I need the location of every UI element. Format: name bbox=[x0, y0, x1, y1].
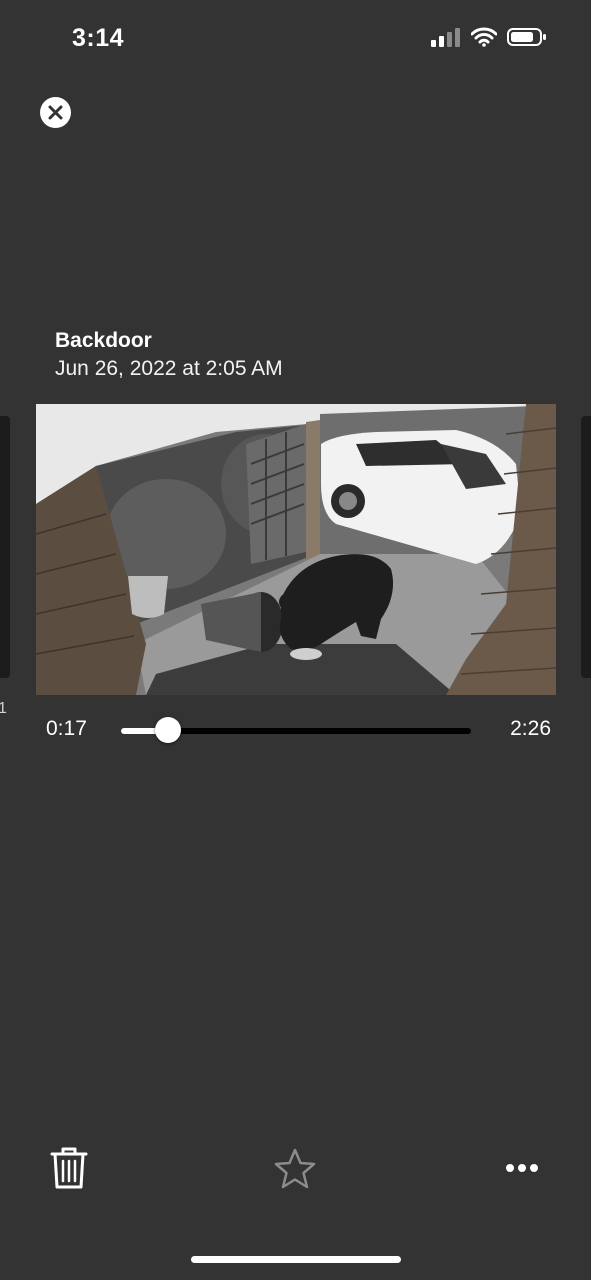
bottom-toolbar bbox=[0, 1140, 591, 1200]
video-frame-image bbox=[36, 404, 556, 695]
status-icons bbox=[431, 27, 547, 47]
previous-clip-preview[interactable] bbox=[0, 416, 10, 678]
scrubber-thumb[interactable] bbox=[154, 717, 181, 743]
more-icon bbox=[506, 1164, 538, 1172]
event-meta: Backdoor Jun 26, 2022 at 2:05 AM bbox=[55, 328, 283, 382]
next-clip-preview[interactable] bbox=[581, 416, 591, 678]
home-indicator[interactable] bbox=[191, 1256, 401, 1263]
event-datetime: Jun 26, 2022 at 2:05 AM bbox=[55, 357, 283, 380]
battery-icon bbox=[507, 28, 546, 46]
close-button[interactable] bbox=[40, 97, 71, 128]
delete-button[interactable] bbox=[50, 1146, 88, 1190]
status-time: 3:14 bbox=[72, 24, 125, 52]
camera-name: Backdoor bbox=[55, 329, 152, 352]
wifi-icon bbox=[471, 27, 497, 47]
status-bar: 3:14 bbox=[0, 0, 591, 80]
video-player[interactable] bbox=[36, 404, 556, 695]
playback-controls: 0:17 2:26 bbox=[0, 710, 591, 750]
cellular-signal-icon bbox=[431, 28, 460, 47]
star-icon bbox=[274, 1148, 316, 1189]
current-time: 0:17 bbox=[46, 717, 87, 740]
close-icon bbox=[48, 105, 63, 120]
more-options-button[interactable] bbox=[504, 1156, 540, 1180]
trash-icon bbox=[50, 1147, 88, 1189]
favorite-button[interactable] bbox=[273, 1147, 317, 1191]
total-time: 2:26 bbox=[510, 717, 551, 740]
